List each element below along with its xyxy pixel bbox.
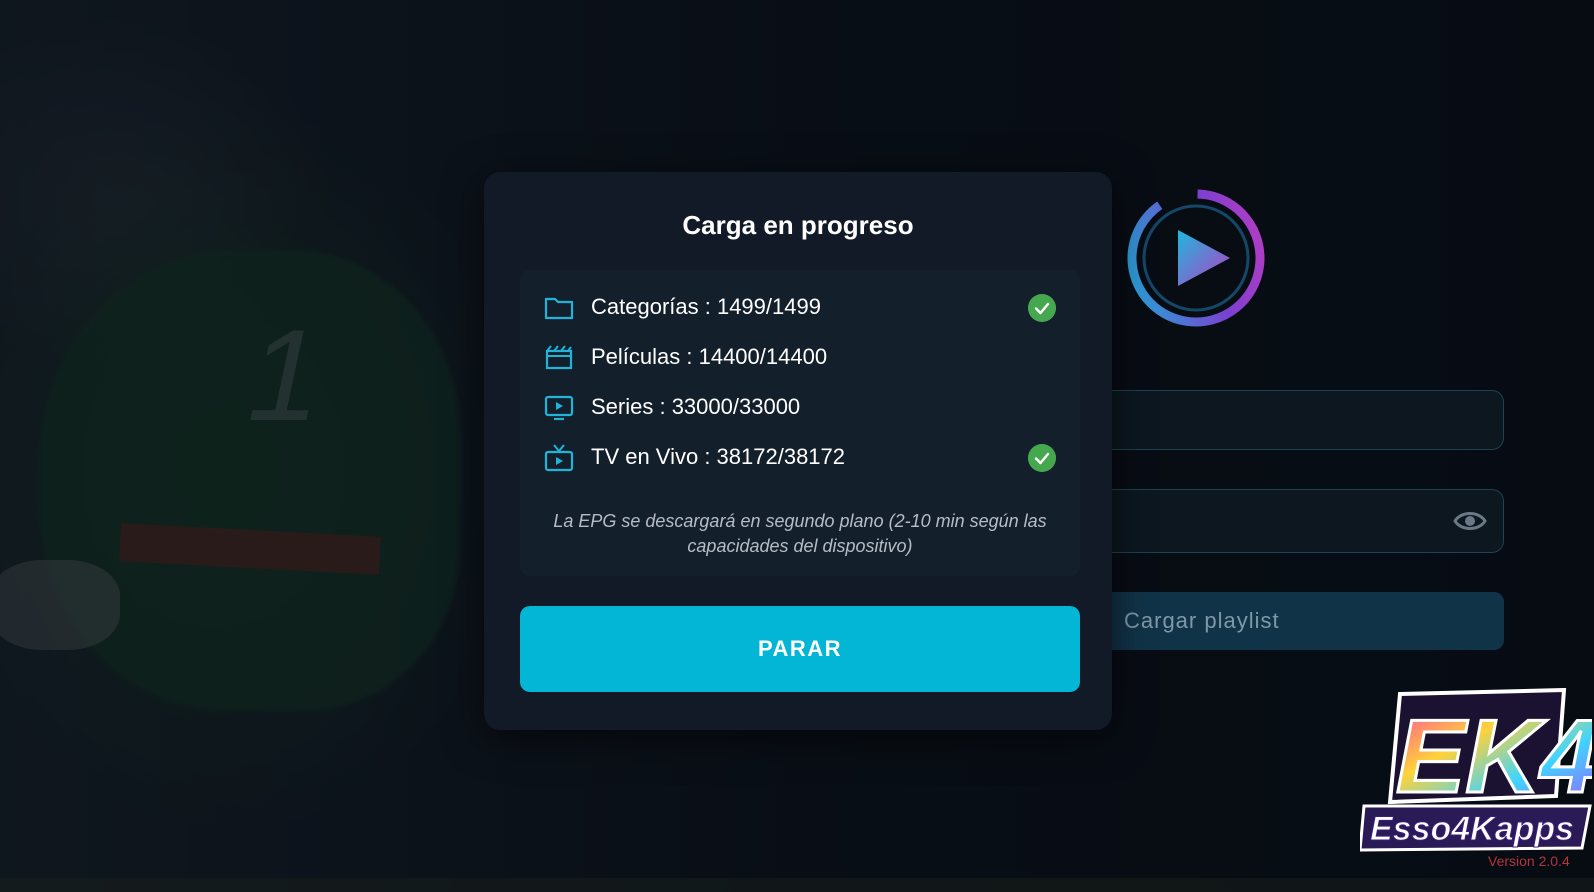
progress-label: Series : 33000/33000 [591,394,801,419]
monitor-play-icon [544,395,574,421]
progress-row-live-tv: TV en Vivo : 38172/38172 [544,440,1056,476]
progress-panel: Categorías : 1499/1499 Películas : 14400… [520,270,1080,576]
check-icon [1028,444,1056,472]
app-logo [1127,189,1265,327]
progress-label: Películas : 14400/14400 [591,344,828,369]
tv-icon [544,444,574,472]
stop-button[interactable]: PARAR [520,606,1080,692]
progress-row-categories: Categorías : 1499/1499 [544,290,1056,326]
progress-row-movies: Películas : 14400/14400 [544,340,1056,376]
epg-note: La EPG se descargará en segundo plano (2… [553,511,1047,556]
progress-label: TV en Vivo : 38172/38172 [591,444,846,469]
dialog-title: Carga en progreso [682,210,914,240]
svg-text:Esso4Kapps: Esso4Kapps [1370,810,1574,848]
clapperboard-icon [545,345,573,370]
progress-label: Categorías : 1499/1499 [591,294,821,319]
esso4kapps-logo: EK4 Esso4Kapps [1360,688,1592,852]
eye-icon[interactable] [1453,508,1487,534]
loading-dialog: Carga en progreso Categorías : 1499/1499… [484,172,1112,730]
version-label: Version 2.0.4 [1488,853,1570,869]
svg-text:EK4: EK4 [1396,699,1592,815]
folder-icon [544,297,574,320]
progress-row-series: Series : 33000/33000 [544,390,1056,426]
check-icon [1028,294,1056,322]
